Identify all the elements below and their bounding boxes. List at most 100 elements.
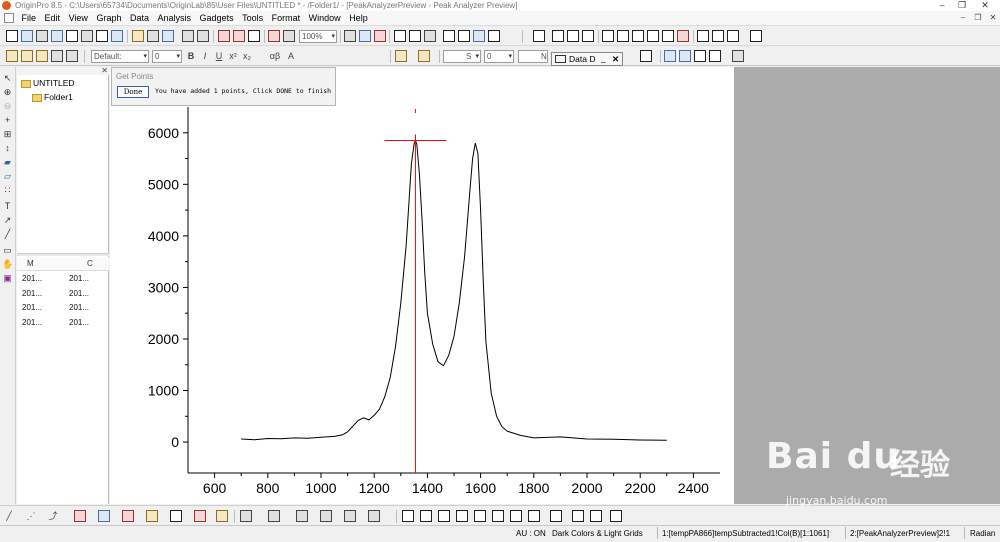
- results-log-icon[interactable]: [394, 30, 406, 42]
- tile-layers-icon[interactable]: [567, 30, 579, 42]
- draw-data-tool-icon[interactable]: ▱: [2, 171, 13, 182]
- line-plot-icon[interactable]: ╱: [4, 510, 14, 523]
- command-window-icon[interactable]: [409, 30, 421, 42]
- save-project-icon[interactable]: [182, 30, 194, 42]
- import-multiple-icon[interactable]: [233, 30, 245, 42]
- bold-button[interactable]: B: [186, 50, 196, 63]
- zoom-out-tool-icon[interactable]: ⊖: [2, 101, 13, 112]
- data-reader-tool-icon[interactable]: ⊞: [2, 129, 13, 140]
- open-template-icon[interactable]: [147, 30, 159, 42]
- 3d-plot-icon[interactable]: [194, 510, 206, 522]
- align-left-icon[interactable]: [402, 510, 414, 522]
- add-layer-icon[interactable]: [488, 30, 500, 42]
- image-plot-icon[interactable]: [368, 510, 380, 522]
- greek-button[interactable]: αβ: [268, 50, 282, 63]
- align-icon[interactable]: [709, 50, 721, 62]
- superscript-button[interactable]: x²: [228, 50, 238, 63]
- align-right-icon[interactable]: [420, 510, 432, 522]
- merge-graphs-icon[interactable]: [582, 30, 594, 42]
- tree-root[interactable]: UNTITLED: [21, 77, 75, 89]
- project-explorer-icon[interactable]: [443, 30, 455, 42]
- window-restore-button[interactable]: ❐: [952, 0, 972, 11]
- add-inset-icon[interactable]: [647, 30, 659, 42]
- new-project-icon[interactable]: [6, 30, 18, 42]
- window-close-button[interactable]: ✕: [975, 0, 995, 11]
- mask-tool-icon[interactable]: ▰: [2, 157, 13, 168]
- back-icon[interactable]: [528, 510, 540, 522]
- batch-icon[interactable]: [283, 30, 295, 42]
- recalculate-icon[interactable]: [268, 30, 280, 42]
- text-tool-icon[interactable]: T: [2, 201, 13, 212]
- area-plot-icon[interactable]: [146, 510, 158, 522]
- print-icon[interactable]: [344, 30, 356, 42]
- data-display-close-button[interactable]: ✕: [612, 53, 619, 65]
- save-template-icon[interactable]: [197, 30, 209, 42]
- table-icon[interactable]: [750, 30, 762, 42]
- group-icon[interactable]: [550, 510, 562, 522]
- tree-folder[interactable]: Folder1: [32, 91, 73, 103]
- region-tool-icon[interactable]: ∷: [2, 185, 13, 196]
- add-bottom-x-icon[interactable]: [602, 30, 614, 42]
- list-item[interactable]: 201...: [22, 273, 42, 285]
- mdi-close-button[interactable]: ✕: [986, 12, 1000, 24]
- menu-tools[interactable]: Tools: [239, 11, 266, 26]
- format-paste-icon[interactable]: [66, 50, 78, 62]
- rectangle-tool-icon[interactable]: ▭: [2, 245, 13, 256]
- rotate-icon[interactable]: [590, 510, 602, 522]
- ungroup-icon[interactable]: [572, 510, 584, 522]
- mdi-minimize-button[interactable]: –: [956, 12, 970, 24]
- line-color-icon[interactable]: [418, 50, 430, 62]
- line-width-select[interactable]: 0 ▾: [484, 50, 514, 63]
- add-map-icon[interactable]: [677, 30, 689, 42]
- new-function-icon[interactable]: [81, 30, 93, 42]
- contour-icon[interactable]: [268, 510, 280, 522]
- new-graph-icon[interactable]: [51, 30, 63, 42]
- add-right-y-icon[interactable]: [632, 30, 644, 42]
- add-inset-data-icon[interactable]: [662, 30, 674, 42]
- template-icon[interactable]: [216, 510, 228, 522]
- zoom-in-tool-icon[interactable]: ⊕: [2, 87, 13, 98]
- matrix-plot-icon[interactable]: [344, 510, 356, 522]
- menu-file[interactable]: File: [19, 11, 40, 26]
- chart[interactable]: 0 1000 2000 3000 4000 5000 6000 600 800 1000 1200 1…: [110, 67, 734, 504]
- font-size-select[interactable]: 0 ▾: [152, 50, 182, 63]
- column-header-c[interactable]: C: [87, 257, 93, 271]
- split-icon[interactable]: [679, 50, 691, 62]
- menu-analysis[interactable]: Analysis: [155, 11, 195, 26]
- graph-window[interactable]: 0 1000 2000 3000 4000 5000 6000 600 800 1000 1200 1…: [110, 67, 734, 504]
- export-page-icon[interactable]: [374, 30, 386, 42]
- menu-window[interactable]: Window: [306, 11, 344, 26]
- open-icon[interactable]: [132, 30, 144, 42]
- paint-icon[interactable]: [36, 50, 48, 62]
- new-layout-icon[interactable]: [96, 30, 108, 42]
- new-worksheet-icon[interactable]: [21, 30, 33, 42]
- splitter[interactable]: [17, 253, 109, 256]
- menu-edit[interactable]: Edit: [42, 11, 64, 26]
- fill-pattern-select[interactable]: N: [518, 50, 548, 63]
- list-item[interactable]: 201...: [69, 288, 89, 300]
- subscript-button[interactable]: x₂: [242, 50, 252, 63]
- menu-gadgets[interactable]: Gadgets: [197, 11, 237, 26]
- italic-button[interactable]: I: [200, 50, 210, 63]
- pencil-icon[interactable]: [6, 50, 18, 62]
- date-icon[interactable]: [712, 30, 724, 42]
- project-explorer-close-icon[interactable]: ✕: [101, 66, 108, 75]
- import-wizard-icon[interactable]: [248, 30, 260, 42]
- list-item[interactable]: 201...: [22, 302, 42, 314]
- import-ascii-icon[interactable]: [218, 30, 230, 42]
- flip-icon[interactable]: [610, 510, 622, 522]
- menu-graph[interactable]: Graph: [93, 11, 124, 26]
- data-display-minimize-button[interactable]: _: [601, 52, 606, 64]
- screen-reader-tool-icon[interactable]: +: [2, 115, 13, 126]
- scatter-plot-icon[interactable]: ⋰: [26, 510, 36, 523]
- refresh-icon[interactable]: [533, 30, 545, 42]
- new-matrix-icon[interactable]: [66, 30, 78, 42]
- surface-icon[interactable]: [296, 510, 308, 522]
- column-plot-icon[interactable]: [74, 510, 86, 522]
- arrow-tool-icon[interactable]: ↗: [2, 215, 13, 226]
- code-builder-icon[interactable]: [424, 30, 436, 42]
- hand-tool-icon[interactable]: ✋: [2, 259, 13, 270]
- done-button[interactable]: Done: [117, 86, 149, 98]
- layer-icon[interactable]: [240, 510, 252, 522]
- messages-log-icon[interactable]: [458, 30, 470, 42]
